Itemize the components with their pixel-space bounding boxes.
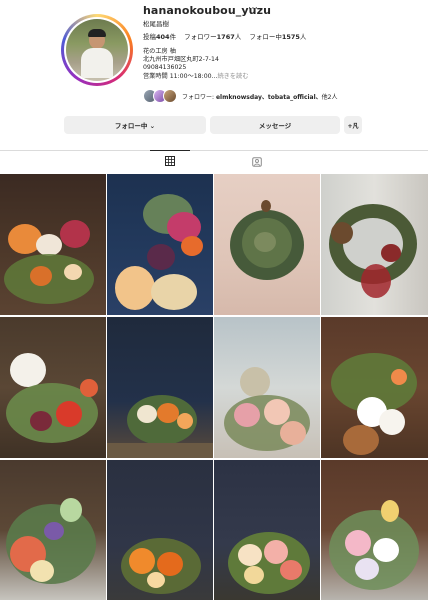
post-pink-roses-arrangement[interactable] [214, 317, 320, 458]
post-anthurium-arrangement-window[interactable] [0, 317, 106, 458]
message-button[interactable]: メッセージ [210, 116, 340, 134]
profile-header: hananokoubou_yuzu ⋯ 松尾昌樹 投稿404件 フォロワー176… [0, 0, 428, 110]
post-orchid-arrangement-wood[interactable] [321, 317, 428, 458]
bio-line: 09084136025 [143, 64, 187, 72]
profile-tabs [0, 150, 428, 172]
read-more-link[interactable]: 続きを読む [217, 73, 248, 80]
bio-line: 花の工房 柚 [143, 48, 176, 55]
post-orange-roses-arrangement[interactable] [107, 460, 213, 600]
post-flower-arrangement-wood-wall[interactable] [0, 174, 106, 315]
suggest-users-button[interactable]: +凡 [344, 116, 362, 134]
post-pastel-bouquet[interactable] [321, 460, 428, 600]
posts-count: 投稿404件 [143, 33, 177, 41]
profile-actions: フォロー中 ⌄ メッセージ +凡 [0, 116, 428, 134]
profile-stats: 投稿404件 フォロワー1767人 フォロー中1575人 [143, 31, 312, 41]
more-options-icon[interactable]: ⋯ [248, 3, 258, 14]
post-orange-arrangement-dark[interactable] [107, 317, 213, 458]
followed-by[interactable]: フォロワー: elmknowsday、tobata_official、他2人 [143, 88, 338, 104]
followed-by-text: フォロワー: elmknowsday、tobata_official、他2人 [182, 93, 338, 101]
profile-fullname: 松尾昌樹 [143, 20, 169, 28]
posts-grid [0, 174, 428, 600]
following-button[interactable]: フォロー中 ⌄ [64, 116, 206, 134]
post-bouquet-green-anthurium[interactable] [0, 460, 106, 600]
bio-line: 営業時間 11:00～18:00...続きを読む [143, 72, 249, 80]
profile-bio: 花の工房 柚 北九州市戸畑区丸町2-7-14 09084136025 営業時間 … [143, 48, 248, 81]
followers-count[interactable]: フォロワー1767人 [184, 33, 241, 41]
following-count[interactable]: フォロー中1575人 [249, 33, 306, 41]
bio-line: 北九州市戸畑区丸町2-7-14 [143, 56, 219, 64]
post-pinecone-wreath[interactable] [321, 174, 428, 315]
profile-avatar[interactable] [61, 14, 133, 86]
grid-icon [165, 156, 175, 166]
post-bouquet-anthurium-dark[interactable] [107, 174, 213, 315]
tab-tagged[interactable] [237, 151, 277, 172]
tab-posts[interactable] [150, 150, 190, 171]
post-pink-white-arrangement[interactable] [214, 460, 320, 600]
post-greenery-wreath-pink-wall[interactable] [214, 174, 320, 315]
tagged-icon [252, 156, 262, 167]
follower-avatar [163, 89, 177, 103]
